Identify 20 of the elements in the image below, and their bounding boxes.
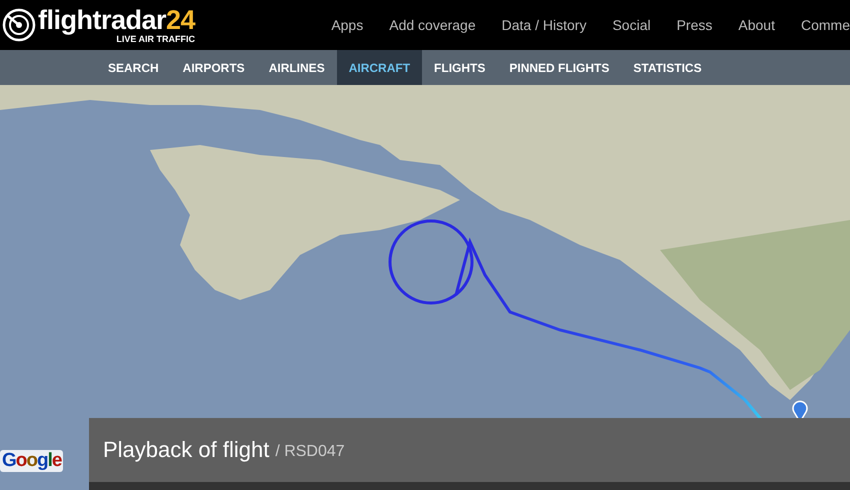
nav-link[interactable]: Data / History	[502, 17, 586, 33]
nav-link[interactable]: Add coverage	[389, 17, 476, 33]
nav-tab[interactable]: PINNED FLIGHTS	[497, 50, 622, 85]
nav-tab[interactable]: FLIGHTS	[422, 50, 498, 85]
flight-number: / RSD047	[275, 443, 345, 461]
nav-tab[interactable]: SEARCH	[96, 50, 171, 85]
logo-tagline: LIVE AIR TRAFFIC	[116, 34, 196, 44]
nav-tab[interactable]: AIRCRAFT	[336, 50, 422, 85]
nav-tab[interactable]: STATISTICS	[621, 50, 714, 85]
nav-tab[interactable]: AIRLINES	[256, 50, 337, 85]
nav-link[interactable]: Social	[612, 17, 651, 33]
logo-wordmark[interactable]: flightradar24	[38, 6, 196, 34]
nav-link[interactable]: Press	[676, 17, 712, 33]
playback-title: Playback of flight	[103, 437, 270, 463]
radar-logo-icon	[2, 8, 36, 42]
nav-tab[interactable]: AIRPORTS	[170, 50, 257, 85]
nav-link[interactable]: Apps	[331, 17, 364, 33]
nav-link[interactable]: About	[738, 17, 775, 33]
nav-link[interactable]: Comme	[800, 17, 850, 33]
map-attribution-logo: Google	[0, 450, 64, 472]
